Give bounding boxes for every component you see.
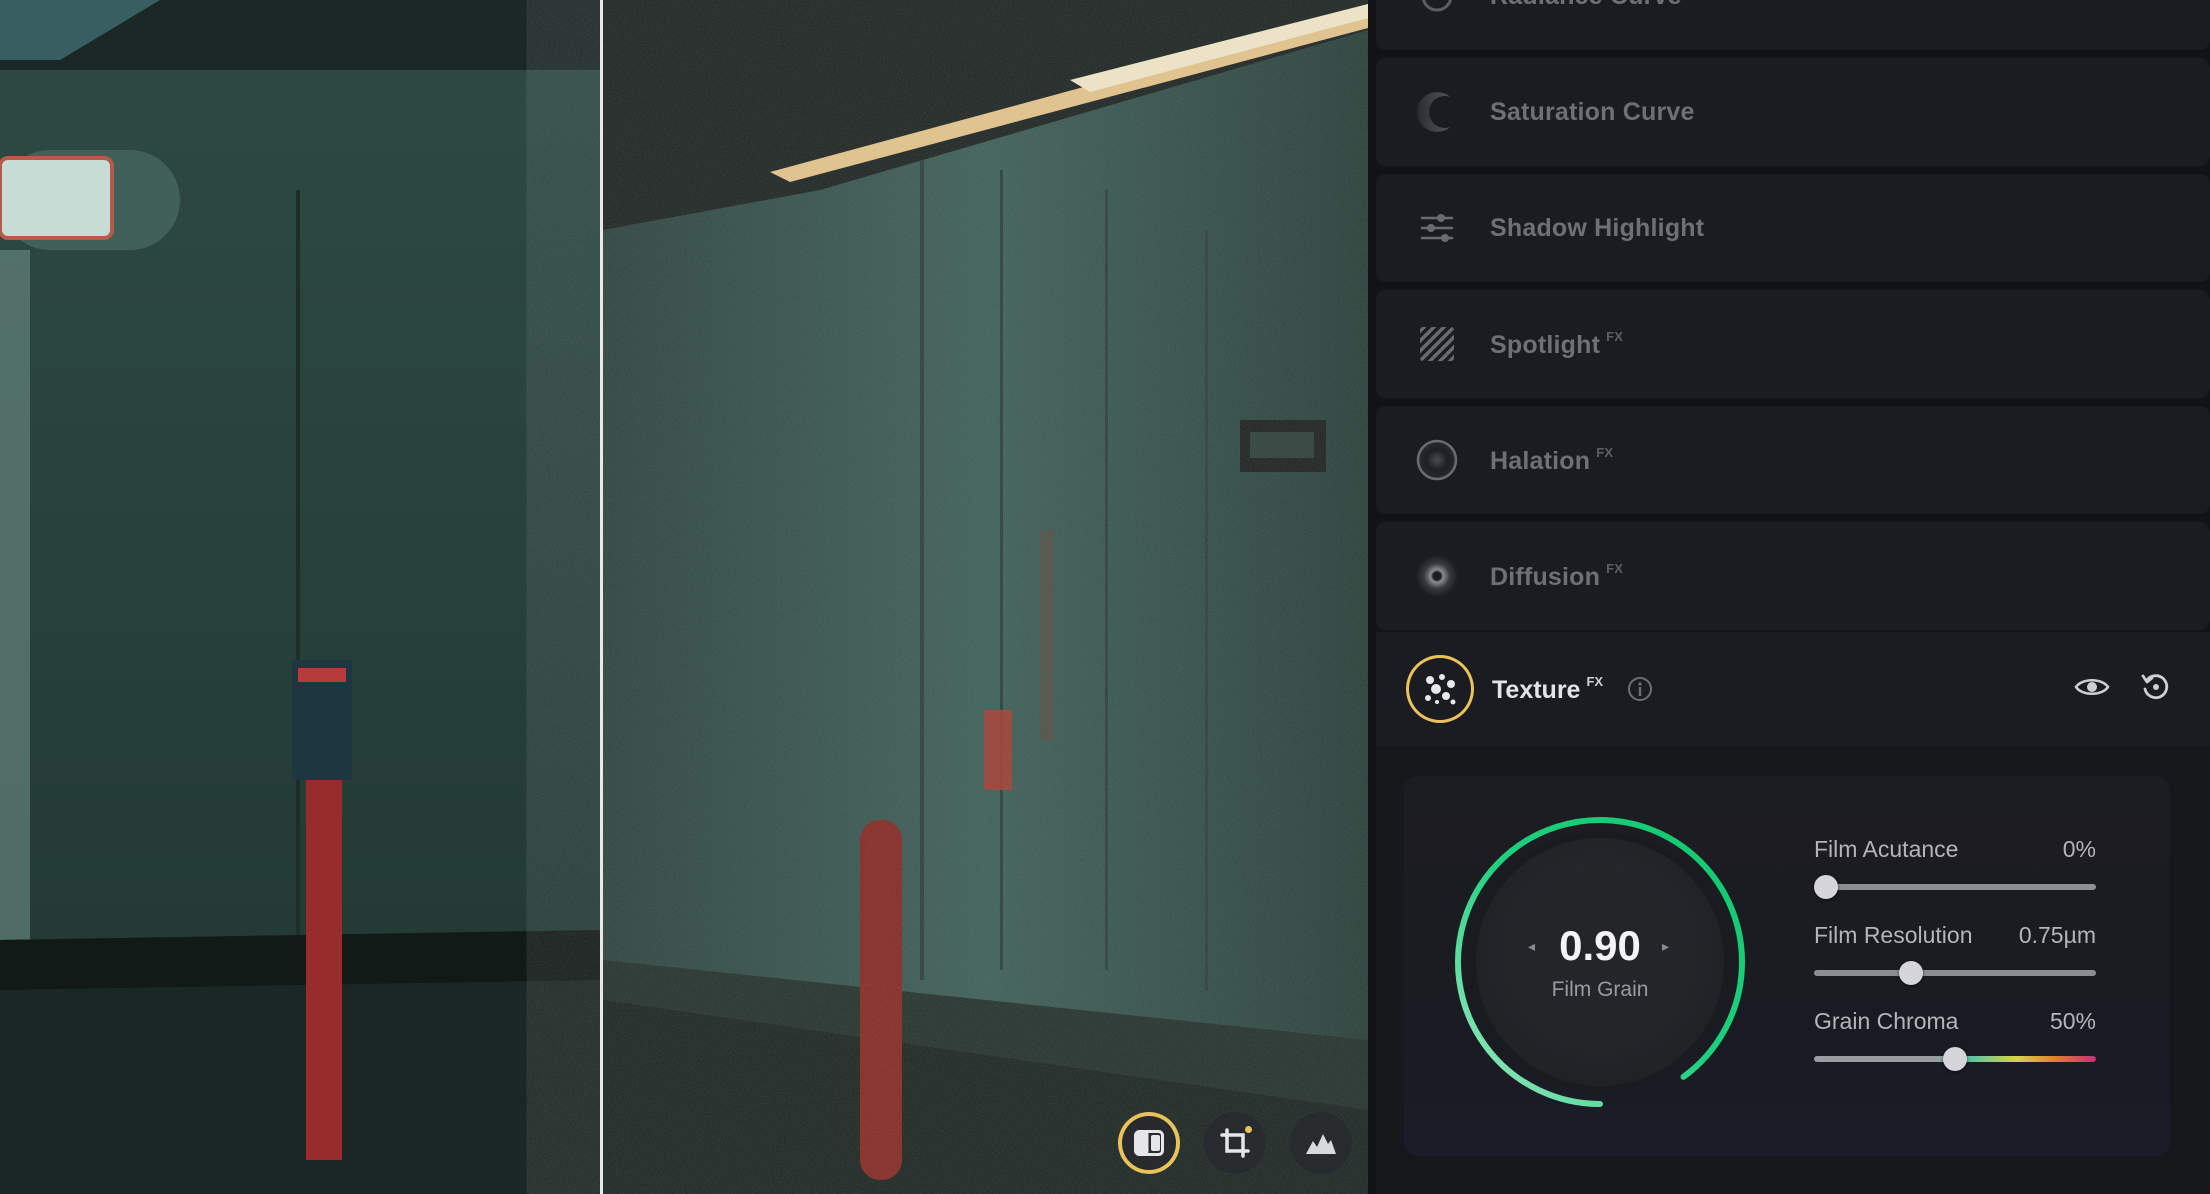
sliders-icon [1412,203,1462,253]
film-grain-dial[interactable]: ◂ ▸ 0.90 Film Grain [1448,810,1752,1114]
texture-title: Texture FX [1492,673,1604,704]
slider-track[interactable] [1814,970,2096,976]
texture-body: ◂ ▸ 0.90 Film Grain Film Acutance 0% Fil… [1376,746,2210,1194]
row-label: Diffusion FX [1490,560,1624,591]
row-radiance-curve[interactable]: Radiance Curve [1376,0,2210,50]
texture-header[interactable]: Texture FX [1376,632,2210,746]
slider-label: Film Acutance [1814,836,1959,862]
texture-actions [2074,632,2172,746]
row-label: Saturation Curve [1490,97,1695,126]
slider-knob[interactable] [1943,1047,1967,1071]
radiance-curve-icon [1412,0,1462,21]
slider-value: 0% [2062,836,2096,862]
fx-badge: FX [1596,444,1614,460]
fx-badge: FX [1606,560,1624,576]
half-moon-icon [1412,87,1462,137]
diagonal-stripes-icon [1412,319,1462,369]
histogram-icon [1305,1131,1337,1155]
slider-track[interactable] [1814,884,2096,890]
row-spotlight[interactable]: Spotlight FX [1376,290,2210,398]
row-label: Halation FX [1490,444,1614,475]
halation-ring-icon [1412,435,1462,485]
row-shadow-highlight[interactable]: Shadow Highlight [1376,174,2210,282]
film-grain-value: 0.90 [1559,922,1641,969]
crop-button[interactable] [1204,1112,1266,1174]
reset-icon[interactable] [2140,671,2172,708]
film-grain-label: Film Grain [1551,978,1649,1001]
info-icon[interactable] [1627,676,1653,702]
slider-knob[interactable] [1899,961,1924,985]
fx-badge: FX [1586,673,1604,689]
row-halation[interactable]: Halation FX [1376,406,2210,514]
fx-badge: FX [1606,328,1624,344]
adjustments-panel: Radiance Curve Saturation Curve Shadow H… [1368,0,2210,1194]
row-label: Shadow Highlight [1490,213,1705,242]
compare-split-divider[interactable] [600,0,603,1194]
split-compare-icon [1134,1130,1164,1156]
grain-chroma-slider[interactable]: Grain Chroma 50% [1814,1008,2096,1094]
slider-value: 0.75µm [2018,922,2096,948]
crop-icon [1220,1128,1250,1158]
image-viewer[interactable] [0,0,1368,1194]
crop-badge [1245,1126,1252,1133]
compare-button[interactable] [1118,1112,1180,1174]
slider-label: Film Resolution [1814,922,1973,948]
slider-label: Grain Chroma [1814,1008,1959,1034]
diffusion-glow-icon [1412,551,1462,601]
row-label: Radiance Curve [1490,0,1682,11]
photo-preview [0,0,1368,1194]
histogram-button[interactable] [1290,1112,1352,1174]
row-saturation-curve[interactable]: Saturation Curve [1376,58,2210,166]
texture-sliders: Film Acutance 0% Film Resolution 0.75µm [1814,836,2096,1094]
slider-knob[interactable] [1814,875,1838,899]
film-resolution-slider[interactable]: Film Resolution 0.75µm [1814,922,2096,1008]
row-label: Spotlight FX [1490,328,1624,359]
eye-icon[interactable] [2074,675,2110,704]
texture-controls-card: ◂ ▸ 0.90 Film Grain Film Acutance 0% Fil… [1404,776,2170,1156]
film-acutance-slider[interactable]: Film Acutance 0% [1814,836,2096,922]
slider-value: 50% [2049,1008,2096,1034]
row-diffusion[interactable]: Diffusion FX [1376,522,2210,630]
texture-dots-icon [1406,655,1474,723]
viewer-toolbar [1118,1112,1352,1174]
